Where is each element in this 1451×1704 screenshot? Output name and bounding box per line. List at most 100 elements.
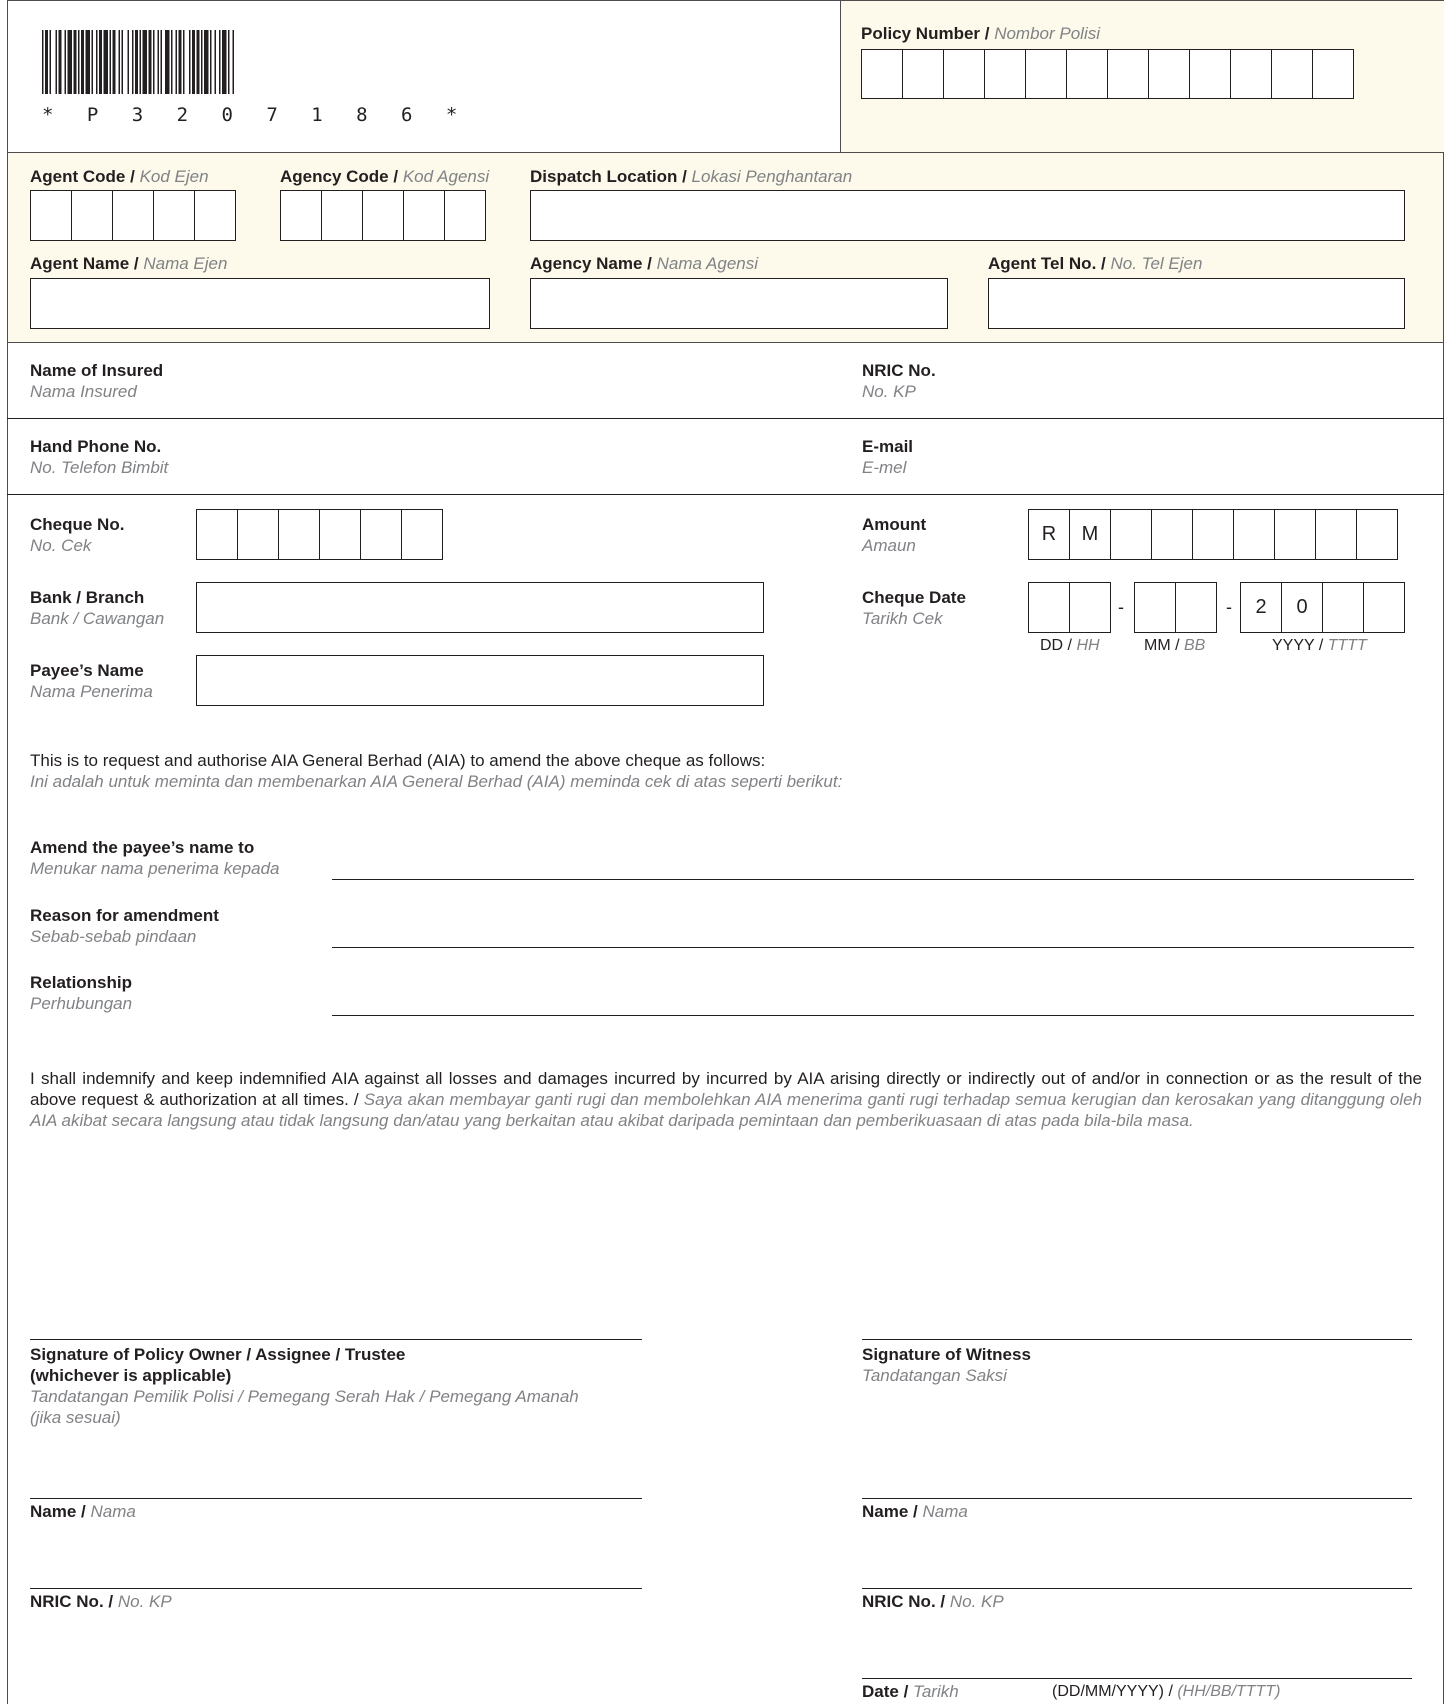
relationship-label: Relationship Perhubungan (30, 972, 132, 1014)
insured-label-ms: Nama Insured (30, 382, 137, 401)
payee-field[interactable] (196, 655, 764, 706)
amount-label: Amount Amaun (862, 514, 926, 556)
amount-cell[interactable] (1151, 509, 1193, 560)
input-cell[interactable] (902, 49, 944, 99)
dispatch-location-field[interactable] (530, 190, 1405, 241)
input-cell[interactable] (321, 190, 363, 241)
barcode-bar (142, 30, 147, 94)
input-cell[interactable] (1271, 49, 1313, 99)
amend-payee-label: Amend the payee’s name to Menukar nama p… (30, 837, 279, 879)
input-cell[interactable] (984, 49, 1026, 99)
input-cell[interactable] (401, 509, 443, 560)
barcode-bar (67, 30, 72, 94)
dd-en: DD / (1040, 637, 1077, 654)
input-cell[interactable] (403, 190, 445, 241)
date-label: Date / Tarikh (862, 1681, 959, 1702)
input-cell[interactable] (360, 509, 402, 560)
barcode-bar (204, 30, 209, 94)
relationship-label-en: Relationship (30, 973, 133, 992)
agent-tel-label-ms: No. Tel Ejen (1110, 254, 1203, 273)
witness-nric-line[interactable] (862, 1588, 1412, 1589)
input-cell[interactable] (196, 509, 238, 560)
barcode-bar (127, 30, 129, 94)
input-cell[interactable] (1028, 582, 1070, 633)
barcode-bar (118, 30, 120, 94)
barcode-bar (85, 30, 90, 94)
input-cell[interactable] (112, 190, 154, 241)
input-cell[interactable] (1230, 49, 1272, 99)
amend-payee-line[interactable] (332, 879, 1414, 880)
cheque-date-label-ms: Tarikh Cek (862, 609, 943, 628)
year-cell[interactable] (1322, 582, 1364, 633)
date-line[interactable] (862, 1678, 1412, 1679)
input-cell[interactable] (362, 190, 404, 241)
yyyy-ms: TTTT (1327, 637, 1367, 654)
witness-signature-line[interactable] (862, 1339, 1412, 1340)
barcode-bar (228, 30, 230, 94)
amount-cell[interactable] (1233, 509, 1275, 560)
amount-cell[interactable] (1192, 509, 1234, 560)
barcode-bar (192, 30, 195, 94)
phone-label-en: Hand Phone No. (30, 437, 162, 456)
input-cell[interactable] (280, 190, 322, 241)
cheque-date-year[interactable]: 2 0 (1240, 582, 1405, 633)
bank-field[interactable] (196, 582, 764, 633)
witness-name-line[interactable] (862, 1498, 1412, 1499)
nric-label-ms: No. KP (862, 382, 916, 401)
amount-cell[interactable] (1315, 509, 1357, 560)
cheque-date-day[interactable] (1028, 582, 1111, 633)
agent-name-field[interactable] (30, 278, 490, 329)
barcode-image (42, 30, 234, 94)
owner-signature-line[interactable] (30, 1339, 642, 1340)
input-cell[interactable] (1025, 49, 1067, 99)
dd-ms: HH (1076, 637, 1100, 654)
policy-number-cells[interactable] (861, 49, 1354, 99)
mm-ms: BB (1184, 637, 1206, 654)
owner-name-line[interactable] (30, 1498, 642, 1499)
amount-cell[interactable] (1356, 509, 1398, 560)
input-cell[interactable] (1069, 582, 1111, 633)
input-cell[interactable] (1107, 49, 1149, 99)
relationship-line[interactable] (332, 1015, 1414, 1016)
input-cell[interactable] (1312, 49, 1354, 99)
barcode-bar (178, 30, 182, 94)
reason-line[interactable] (332, 947, 1414, 948)
input-cell[interactable] (71, 190, 113, 241)
barcode-bar (153, 30, 155, 94)
owner-nric-line[interactable] (30, 1588, 642, 1589)
input-cell[interactable] (153, 190, 195, 241)
input-cell[interactable] (237, 509, 279, 560)
date-separator: - (1226, 597, 1232, 617)
date-format-en: (DD/MM/YYYY) / (1052, 1683, 1178, 1700)
dispatch-location-label-ms: Lokasi Penghantaran (691, 167, 853, 186)
input-cell[interactable] (319, 509, 361, 560)
agency-code-cells[interactable] (280, 190, 486, 241)
amount-cell[interactable] (1274, 509, 1316, 560)
agent-tel-field[interactable] (988, 278, 1405, 329)
cheque-no-cells[interactable] (196, 509, 443, 560)
amount-cell[interactable] (1110, 509, 1152, 560)
input-cell[interactable] (1175, 582, 1217, 633)
amount-cells[interactable]: R M (1028, 509, 1398, 560)
input-cell[interactable] (861, 49, 903, 99)
agent-code-label: Agent Code / Kod Ejen (30, 166, 209, 187)
input-cell[interactable] (194, 190, 236, 241)
agency-code-label: Agency Code / Kod Agensi (280, 166, 489, 187)
cheque-date-month[interactable] (1134, 582, 1217, 633)
input-cell[interactable] (278, 509, 320, 560)
barcode-bar (132, 30, 134, 94)
year-cell[interactable] (1363, 582, 1405, 633)
agent-code-cells[interactable] (30, 190, 236, 241)
input-cell[interactable] (1189, 49, 1231, 99)
agency-name-field[interactable] (530, 278, 948, 329)
barcode-bar (175, 30, 177, 94)
input-cell[interactable] (1148, 49, 1190, 99)
reason-label-en: Reason for amendment (30, 906, 219, 925)
date-format-yyyy: YYYY / TTTT (1272, 637, 1367, 655)
barcode-bar (55, 30, 57, 94)
input-cell[interactable] (30, 190, 72, 241)
input-cell[interactable] (1066, 49, 1108, 99)
input-cell[interactable] (444, 190, 486, 241)
input-cell[interactable] (1134, 582, 1176, 633)
input-cell[interactable] (943, 49, 985, 99)
